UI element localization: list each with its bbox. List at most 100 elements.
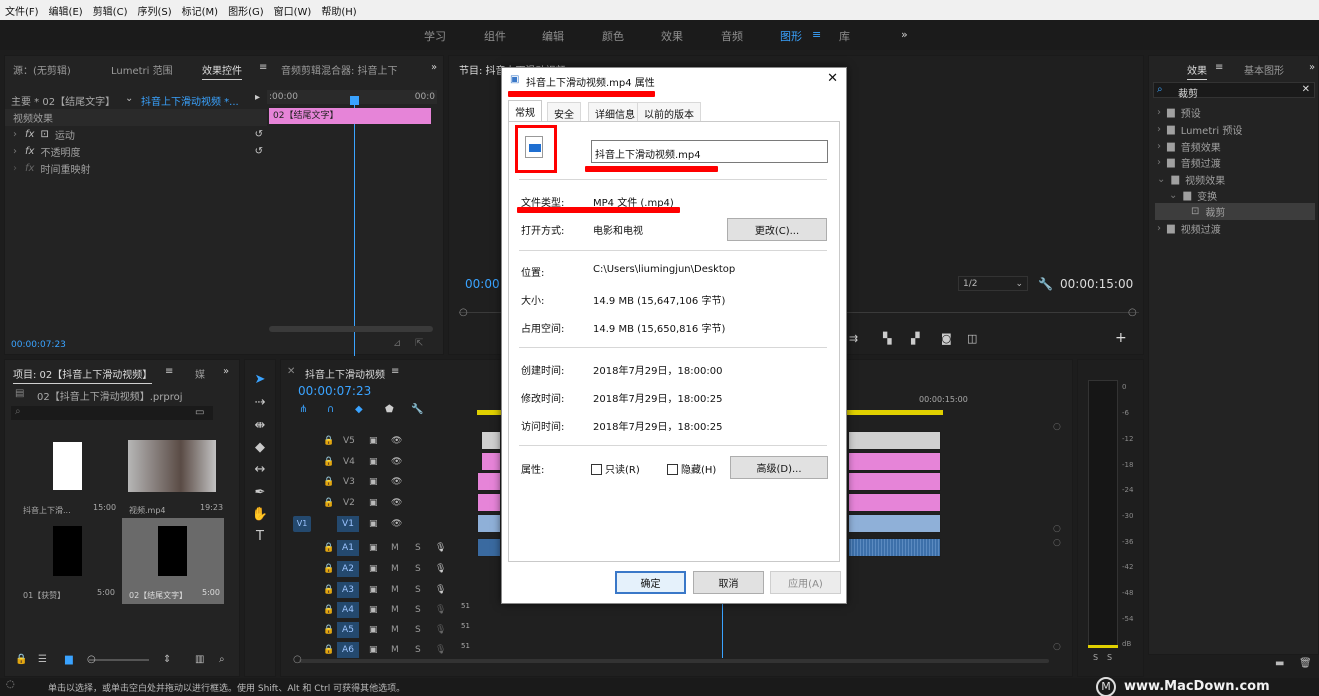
microphone-icon[interactable]: 🎙 xyxy=(435,605,446,615)
effect-row-opacity[interactable]: › fx 不透明度 ↺ xyxy=(5,143,267,160)
clip-v5[interactable] xyxy=(481,431,501,450)
menu-graphics[interactable]: 图形(G) xyxy=(223,3,269,18)
sync-icon[interactable]: ▣ xyxy=(369,645,378,655)
solo-button[interactable]: S xyxy=(415,625,421,635)
sync-icon[interactable]: ▣ xyxy=(369,498,378,508)
microphone-icon[interactable]: 🎙 xyxy=(435,543,446,553)
track-label[interactable]: A6 xyxy=(337,642,359,658)
clip-v1[interactable] xyxy=(477,514,501,533)
effect-row-time-remap[interactable]: › fx 时间重映射 xyxy=(5,160,267,177)
apply-button[interactable]: 应用(A) xyxy=(770,571,841,594)
track-label[interactable]: V1 xyxy=(337,516,359,532)
lock-icon[interactable]: 🔒 xyxy=(323,457,334,467)
v-scroll-bottom-handle[interactable]: ○ xyxy=(1053,642,1061,652)
pen-tool-icon[interactable]: ✒ xyxy=(250,485,270,500)
add-button-icon[interactable]: + xyxy=(1115,330,1127,346)
tab-security[interactable]: 安全 xyxy=(547,102,581,121)
eye-icon[interactable]: 👁 xyxy=(391,498,402,508)
effect-clip-bar[interactable]: 02【结尾文字】 xyxy=(269,108,431,124)
thumbnail[interactable] xyxy=(158,526,187,576)
mute-button[interactable]: M xyxy=(391,625,399,635)
clip-v2[interactable] xyxy=(477,493,501,512)
mute-button[interactable]: M xyxy=(391,605,399,615)
compare-icon[interactable]: ◫ xyxy=(967,332,977,345)
workspace-audio[interactable]: 音频 xyxy=(721,28,743,44)
sync-icon[interactable]: ▣ xyxy=(369,436,378,446)
zoom-select[interactable]: 1/2 ⌄ xyxy=(958,276,1028,291)
tab-details[interactable]: 详细信息 xyxy=(588,102,642,121)
solo-left-button[interactable]: S xyxy=(1093,653,1098,662)
chevron-right-icon[interactable]: › xyxy=(13,129,17,140)
tab-essential-graphics[interactable]: 基本图形 xyxy=(1244,62,1284,77)
clip-v1[interactable] xyxy=(848,514,941,533)
thumbnail[interactable] xyxy=(53,442,82,490)
more-tabs-icon[interactable]: » xyxy=(1309,62,1315,73)
tree-item-crop[interactable]: ⊡ 裁剪 xyxy=(1155,203,1315,220)
new-bin-icon[interactable]: ▬ xyxy=(1275,658,1284,669)
microphone-icon[interactable]: 🎙 xyxy=(435,645,446,655)
panel-menu-icon[interactable]: ≡ xyxy=(259,62,267,73)
play-only-icon[interactable]: ▸ xyxy=(255,92,260,103)
clip-v5[interactable] xyxy=(848,431,941,450)
close-button[interactable]: ✕ xyxy=(827,71,838,86)
lock-icon[interactable]: 🔒 xyxy=(323,564,334,574)
hand-tool-icon[interactable]: ✋ xyxy=(250,507,270,522)
clip-a1[interactable] xyxy=(477,538,501,557)
lock-icon[interactable]: 🔒 xyxy=(323,625,334,635)
tab-source[interactable]: 源：(无剪辑) xyxy=(13,62,71,77)
checkbox-box[interactable] xyxy=(667,464,678,475)
lock-icon[interactable]: 🔒 xyxy=(323,645,334,655)
add-marker-icon[interactable]: ◆ xyxy=(355,404,363,415)
track-label[interactable]: A5 xyxy=(337,622,359,638)
scrub-start-handle[interactable]: ○ xyxy=(459,307,468,318)
effect-row-motion[interactable]: › fx ⊡ 运动 ↺ xyxy=(5,126,267,143)
automate-icon[interactable]: ▥ xyxy=(195,654,204,665)
workspace-editing[interactable]: 编辑 xyxy=(542,28,564,44)
close-tab-icon[interactable]: ✕ xyxy=(287,366,295,377)
track-label[interactable]: A3 xyxy=(337,582,359,598)
selection-tool-icon[interactable]: ➤ xyxy=(250,372,270,387)
sync-icon[interactable]: ▣ xyxy=(369,457,378,467)
thumbnail[interactable] xyxy=(128,440,216,492)
eye-icon[interactable]: 👁 xyxy=(391,477,402,487)
tab-effects[interactable]: 效果 xyxy=(1187,62,1207,80)
sync-icon[interactable]: ▣ xyxy=(369,477,378,487)
filename-input[interactable]: 抖音上下滑动视频.mp4 xyxy=(591,140,828,163)
chevron-down-icon[interactable]: ⌄ xyxy=(125,93,133,104)
sync-icon[interactable]: ▣ xyxy=(369,605,378,615)
clip-v2[interactable] xyxy=(848,493,941,512)
workspace-learn[interactable]: 学习 xyxy=(424,28,446,44)
workspace-libraries[interactable]: 库 xyxy=(839,28,850,44)
clip-v3[interactable] xyxy=(477,472,501,491)
microphone-icon[interactable]: 🎙 xyxy=(435,564,446,574)
menu-window[interactable]: 窗口(W) xyxy=(269,3,317,18)
item-name[interactable]: 02【结尾文字】 xyxy=(129,590,187,601)
wrench-icon[interactable]: 🔧 xyxy=(411,404,423,415)
reset-icon[interactable]: ↺ xyxy=(255,146,263,157)
panel-menu-icon[interactable]: ≡ xyxy=(391,366,399,377)
tab-audio-clip-mixer[interactable]: 音频剪辑混合器: 抖音上下 xyxy=(281,62,398,77)
search-icon[interactable]: ⌕ xyxy=(219,654,225,665)
mute-button[interactable]: M xyxy=(391,564,399,574)
menu-marker[interactable]: 标记(M) xyxy=(177,3,223,18)
clear-search-icon[interactable]: ✕ xyxy=(1302,84,1310,95)
v-scroll-mid-handle[interactable]: ○ xyxy=(1053,538,1061,548)
sync-icon[interactable]: ▣ xyxy=(369,625,378,635)
insert-icon[interactable]: ⇉ xyxy=(849,332,858,345)
camera-icon[interactable]: ◙ xyxy=(941,332,952,345)
menu-edit[interactable]: 编辑(E) xyxy=(44,3,88,18)
tab-previous-versions[interactable]: 以前的版本 xyxy=(637,102,701,121)
export-icon[interactable]: ⇱ xyxy=(415,338,423,349)
eye-icon[interactable]: 👁 xyxy=(391,519,402,529)
clip-v4[interactable] xyxy=(481,452,501,471)
menu-file[interactable]: 文件(F) xyxy=(0,3,44,18)
cancel-button[interactable]: 取消 xyxy=(693,571,764,594)
lock-icon[interactable]: 🔒 xyxy=(323,436,334,446)
new-bin-icon[interactable]: ▭ xyxy=(195,407,204,418)
tree-item-transform[interactable]: ⌄ ▆ 变换 xyxy=(1149,187,1319,204)
panel-menu-icon[interactable]: ≡ xyxy=(1215,62,1223,73)
mute-button[interactable]: M xyxy=(391,645,399,655)
track-label[interactable]: A4 xyxy=(337,602,359,618)
project-search-input[interactable]: ⌕ xyxy=(11,406,213,420)
v-scroll-top-handle[interactable]: ○ xyxy=(1053,422,1061,432)
